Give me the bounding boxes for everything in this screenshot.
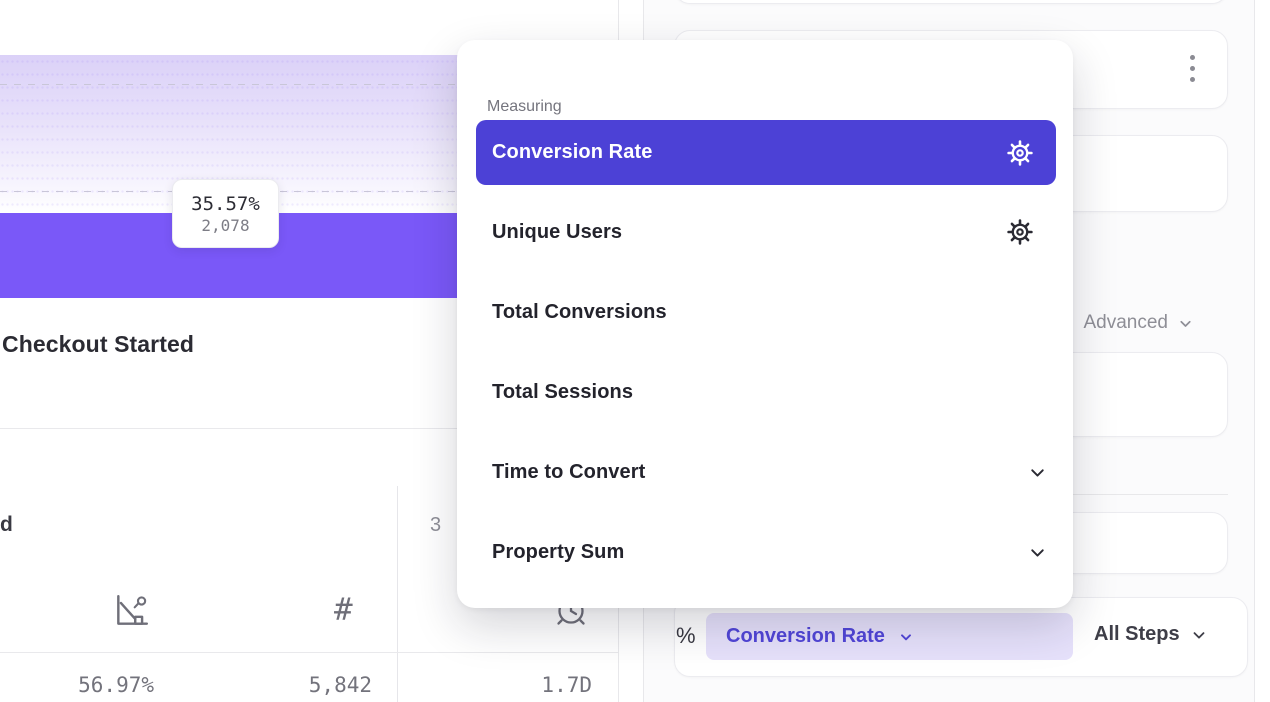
steps-label: All Steps xyxy=(1094,623,1180,646)
table-row-border xyxy=(0,652,618,653)
table-header-right-fragment: 3 xyxy=(430,514,441,537)
chevron-down-icon xyxy=(1190,626,1208,644)
gear-icon[interactable] xyxy=(1006,139,1034,167)
conversion-rate-icon xyxy=(112,592,150,630)
chevron-down-icon[interactable] xyxy=(1027,462,1048,483)
measuring-dropdown: Measuring Conversion Rate Unique xyxy=(457,40,1073,608)
menu-item-conversion-rate[interactable]: Conversion Rate xyxy=(476,120,1056,185)
cell-conversion-rate: 56.97% xyxy=(78,673,154,697)
chevron-down-icon xyxy=(898,629,914,645)
gear-icon[interactable] xyxy=(1006,218,1034,246)
advanced-label: Advanced xyxy=(1083,312,1168,334)
table-column-divider xyxy=(397,486,398,702)
builder-card-top xyxy=(674,0,1228,4)
tooltip-count: 2,078 xyxy=(201,216,249,235)
cell-time-to-convert: 1.7D xyxy=(541,673,592,697)
percent-symbol: % xyxy=(676,623,696,649)
chevron-down-icon xyxy=(1177,315,1194,332)
menu-item-unique-users[interactable]: Unique Users xyxy=(476,200,1056,264)
menu-item-time-to-convert[interactable]: Time to Convert xyxy=(476,440,1056,504)
menu-item-property-sum[interactable]: Property Sum xyxy=(476,520,1056,584)
metric-pill-label: Conversion Rate xyxy=(726,625,885,648)
tooltip-rate: 35.57% xyxy=(191,193,260,215)
menu-item-total-conversions[interactable]: Total Conversions xyxy=(476,280,1056,344)
table-header-left-fragment: d xyxy=(0,513,13,537)
chart-tooltip: 35.57% 2,078 xyxy=(172,179,279,248)
advanced-toggle[interactable]: Advanced xyxy=(1083,312,1194,334)
kebab-menu-icon[interactable] xyxy=(1190,55,1195,82)
metric-pill-dropdown[interactable]: Conversion Rate xyxy=(706,613,1073,660)
cell-count: 5,842 xyxy=(309,673,372,697)
measuring-title: Measuring xyxy=(487,98,562,116)
funnel-step-label: Checkout Started xyxy=(2,331,194,358)
menu-item-total-sessions[interactable]: Total Sessions xyxy=(476,360,1056,424)
chevron-down-icon[interactable] xyxy=(1027,542,1048,563)
count-icon: # xyxy=(334,592,353,628)
steps-dropdown[interactable]: All Steps xyxy=(1094,623,1208,646)
